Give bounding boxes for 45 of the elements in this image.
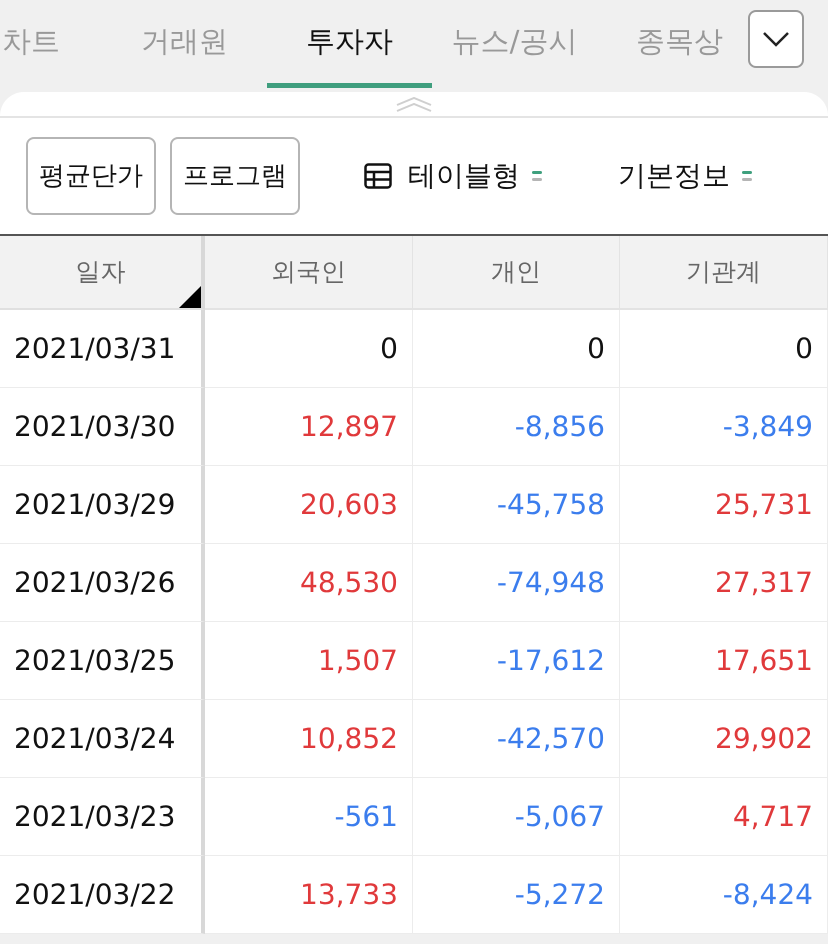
table-cell: -45,758 bbox=[413, 466, 620, 544]
table-cell: -8,424 bbox=[620, 856, 828, 934]
table-cell: 12,897 bbox=[205, 388, 413, 466]
dropdown-indicator-icon bbox=[742, 169, 752, 183]
date-cell: 2021/03/31 bbox=[0, 310, 205, 388]
table-cell: 17,651 bbox=[620, 622, 828, 700]
column-header: 기관계 bbox=[620, 236, 828, 310]
table-cell: 13,733 bbox=[205, 856, 413, 934]
table-cell: -74,948 bbox=[413, 544, 620, 622]
date-cell: 2021/03/25 bbox=[0, 622, 205, 700]
date-cell: 2021/03/29 bbox=[0, 466, 205, 544]
table-cell: 1,507 bbox=[205, 622, 413, 700]
table-cell: -42,570 bbox=[413, 700, 620, 778]
table-cell: 10,852 bbox=[205, 700, 413, 778]
info-select[interactable]: 기본정보 bbox=[618, 155, 752, 197]
toggle-button[interactable]: 프로그램 bbox=[170, 137, 300, 215]
table-cell: 25,731 bbox=[620, 466, 828, 544]
table-cell: 4,717 bbox=[620, 778, 828, 856]
date-cell: 2021/03/30 bbox=[0, 388, 205, 466]
table-cell: -5,067 bbox=[413, 778, 620, 856]
date-cell: 2021/03/24 bbox=[0, 700, 205, 778]
table-cell: 29,902 bbox=[620, 700, 828, 778]
column-header[interactable]: 일자 bbox=[0, 236, 205, 310]
table-cell: 0 bbox=[413, 310, 620, 388]
table-cell: -3,849 bbox=[620, 388, 828, 466]
table-icon bbox=[364, 163, 392, 189]
table-cell: 48,530 bbox=[205, 544, 413, 622]
date-cell: 2021/03/26 bbox=[0, 544, 205, 622]
tab-menu-button[interactable] bbox=[748, 10, 804, 68]
table-cell: 0 bbox=[205, 310, 413, 388]
table-cell: -8,856 bbox=[413, 388, 620, 466]
toggle-button[interactable]: 평균단가 bbox=[26, 137, 156, 215]
table-cell: -5,272 bbox=[413, 856, 620, 934]
chevron-down-icon bbox=[762, 31, 790, 47]
table-cell: -561 bbox=[205, 778, 413, 856]
date-cell: 2021/03/23 bbox=[0, 778, 205, 856]
table-cell: 20,603 bbox=[205, 466, 413, 544]
view-select[interactable]: 테이블형 bbox=[364, 155, 542, 197]
column-header: 외국인 bbox=[205, 236, 413, 310]
table-cell: -17,612 bbox=[413, 622, 620, 700]
table-cell: 27,317 bbox=[620, 544, 828, 622]
column-header: 개인 bbox=[413, 236, 620, 310]
table-cell: 0 bbox=[620, 310, 828, 388]
date-cell: 2021/03/22 bbox=[0, 856, 205, 934]
dropdown-indicator-icon bbox=[532, 169, 542, 183]
